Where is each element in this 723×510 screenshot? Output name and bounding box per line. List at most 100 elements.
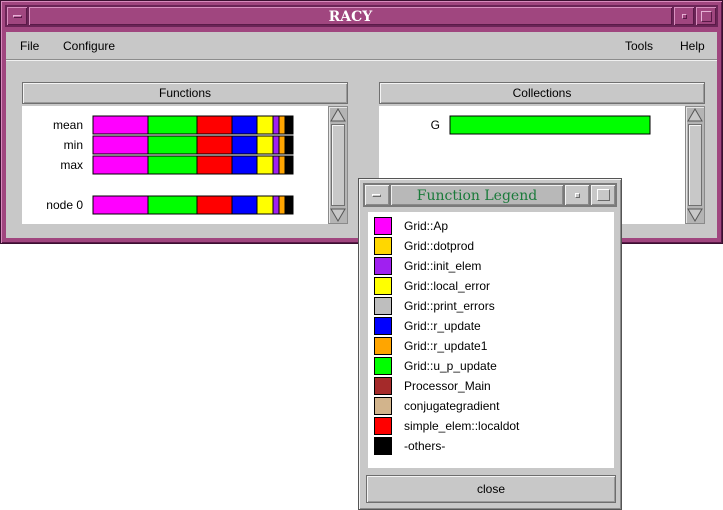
legend-item[interactable]: -others- <box>368 436 614 456</box>
function-bar-segment[interactable] <box>196 195 233 215</box>
function-bar-segment[interactable] <box>272 115 280 135</box>
legend-item-label: Grid::init_elem <box>404 259 482 273</box>
function-row-label: min <box>64 138 83 152</box>
function-bar-segment[interactable] <box>231 155 258 175</box>
legend-color-swatch <box>374 377 392 395</box>
minimize-icon <box>682 14 687 19</box>
legend-window-menu-button[interactable] <box>364 184 390 206</box>
function-bar-segment[interactable] <box>256 155 274 175</box>
collections-scrollbar[interactable] <box>685 106 705 224</box>
legend-item-label: Grid::u_p_update <box>404 359 497 373</box>
legend-color-swatch <box>374 337 392 355</box>
function-bar-segment[interactable] <box>272 155 280 175</box>
legend-item[interactable]: Grid::u_p_update <box>368 356 614 376</box>
racy-window-title: RACY <box>28 6 673 26</box>
function-bar-segment[interactable] <box>278 195 286 215</box>
function-bar-segment[interactable] <box>147 155 198 175</box>
legend-item-label: Grid::local_error <box>404 279 491 293</box>
function-bar-segment[interactable] <box>92 195 149 215</box>
function-bar-segment[interactable] <box>278 115 286 135</box>
legend-item[interactable]: Processor_Main <box>368 376 614 396</box>
legend-item-label: Grid::r_update1 <box>404 339 488 353</box>
close-button[interactable]: close <box>366 475 616 503</box>
legend-color-swatch <box>374 437 392 455</box>
menu-file[interactable]: File <box>20 39 39 53</box>
window-menu-icon <box>13 15 22 18</box>
function-bar-segment[interactable] <box>147 115 198 135</box>
collection-bar-segment[interactable] <box>449 115 651 135</box>
legend-item[interactable]: Grid::print_errors <box>368 296 614 316</box>
function-bar-segment[interactable] <box>196 115 233 135</box>
function-bar-segment[interactable] <box>196 155 233 175</box>
functions-scroll-thumb[interactable] <box>331 124 345 206</box>
functions-chart: mean min max node 0 <box>46 115 294 215</box>
collections-panel-header: Collections <box>379 82 705 104</box>
menu-help[interactable]: Help <box>680 39 705 53</box>
legend-color-swatch <box>374 277 392 295</box>
legend-item[interactable]: simple_elem::localdot <box>368 416 614 436</box>
racy-titlebar[interactable]: RACY <box>5 5 718 27</box>
function-bar-segment[interactable] <box>92 155 149 175</box>
legend-list: Grid::ApGrid::dotprodGrid::init_elemGrid… <box>368 212 614 468</box>
function-row-label: node 0 <box>46 198 83 212</box>
legend-minimize-icon <box>575 193 580 198</box>
menu-bar: File Configure Tools Help <box>6 32 717 60</box>
legend-item-label: Processor_Main <box>404 379 491 393</box>
function-bar-segment[interactable] <box>272 135 280 155</box>
maximize-button[interactable] <box>695 6 717 26</box>
legend-item[interactable]: Grid::dotprod <box>368 236 614 256</box>
legend-color-swatch <box>374 257 392 275</box>
function-bar-segment[interactable] <box>284 115 294 135</box>
function-bar-segment[interactable] <box>284 155 294 175</box>
function-bar-segment[interactable] <box>284 195 294 215</box>
function-bar-segment[interactable] <box>272 195 280 215</box>
function-bar-segment[interactable] <box>231 195 258 215</box>
legend-item[interactable]: Grid::local_error <box>368 276 614 296</box>
functions-panel-header: Functions <box>22 82 348 104</box>
legend-color-swatch <box>374 397 392 415</box>
function-bar-segment[interactable] <box>256 195 274 215</box>
function-bar-segment[interactable] <box>92 115 149 135</box>
menu-tools[interactable]: Tools <box>625 39 653 53</box>
function-bar-segment[interactable] <box>256 115 274 135</box>
legend-item[interactable]: Grid::init_elem <box>368 256 614 276</box>
function-bar-segment[interactable] <box>278 155 286 175</box>
functions-scrollbar[interactable] <box>328 106 348 224</box>
collection-row-label: G <box>431 118 440 132</box>
function-row-label: max <box>60 158 83 172</box>
legend-item-label: Grid::r_update <box>404 319 481 333</box>
function-bar-segment[interactable] <box>147 135 198 155</box>
legend-color-swatch <box>374 357 392 375</box>
legend-color-swatch <box>374 297 392 315</box>
functions-panel: mean min max node 0 <box>22 106 348 224</box>
function-bar-segment[interactable] <box>92 135 149 155</box>
legend-item-label: Grid::print_errors <box>404 299 495 313</box>
legend-maximize-icon <box>597 189 610 201</box>
function-bar-segment[interactable] <box>278 135 286 155</box>
legend-minimize-button[interactable] <box>564 184 590 206</box>
legend-item-label: simple_elem::localdot <box>404 419 520 433</box>
function-bar-segment[interactable] <box>231 115 258 135</box>
legend-item[interactable]: Grid::r_update1 <box>368 336 614 356</box>
legend-item[interactable]: conjugategradient <box>368 396 614 416</box>
function-bar-segment[interactable] <box>231 135 258 155</box>
legend-item-label: Grid::dotprod <box>404 239 475 253</box>
collections-scroll-thumb[interactable] <box>688 124 702 206</box>
legend-item[interactable]: Grid::r_update <box>368 316 614 336</box>
minimize-button[interactable] <box>673 6 695 26</box>
menu-configure[interactable]: Configure <box>63 39 115 53</box>
legend-titlebar[interactable]: Function Legend <box>363 183 617 207</box>
legend-color-swatch <box>374 317 392 335</box>
legend-item-label: conjugategradient <box>404 399 500 413</box>
legend-window: Function Legend Grid::Ap Grid::dotprod Gri… <box>358 178 622 510</box>
function-bar-segment[interactable] <box>147 195 198 215</box>
legend-window-title: Function Legend <box>390 184 564 206</box>
legend-item[interactable]: Grid::Ap <box>368 216 614 236</box>
function-bar-segment[interactable] <box>284 135 294 155</box>
function-bar-segment[interactable] <box>196 135 233 155</box>
window-menu-button[interactable] <box>6 6 28 26</box>
legend-item-label: Grid::Ap <box>404 219 449 233</box>
legend-maximize-button[interactable] <box>590 184 616 206</box>
legend-color-swatch <box>374 217 392 235</box>
function-bar-segment[interactable] <box>256 135 274 155</box>
